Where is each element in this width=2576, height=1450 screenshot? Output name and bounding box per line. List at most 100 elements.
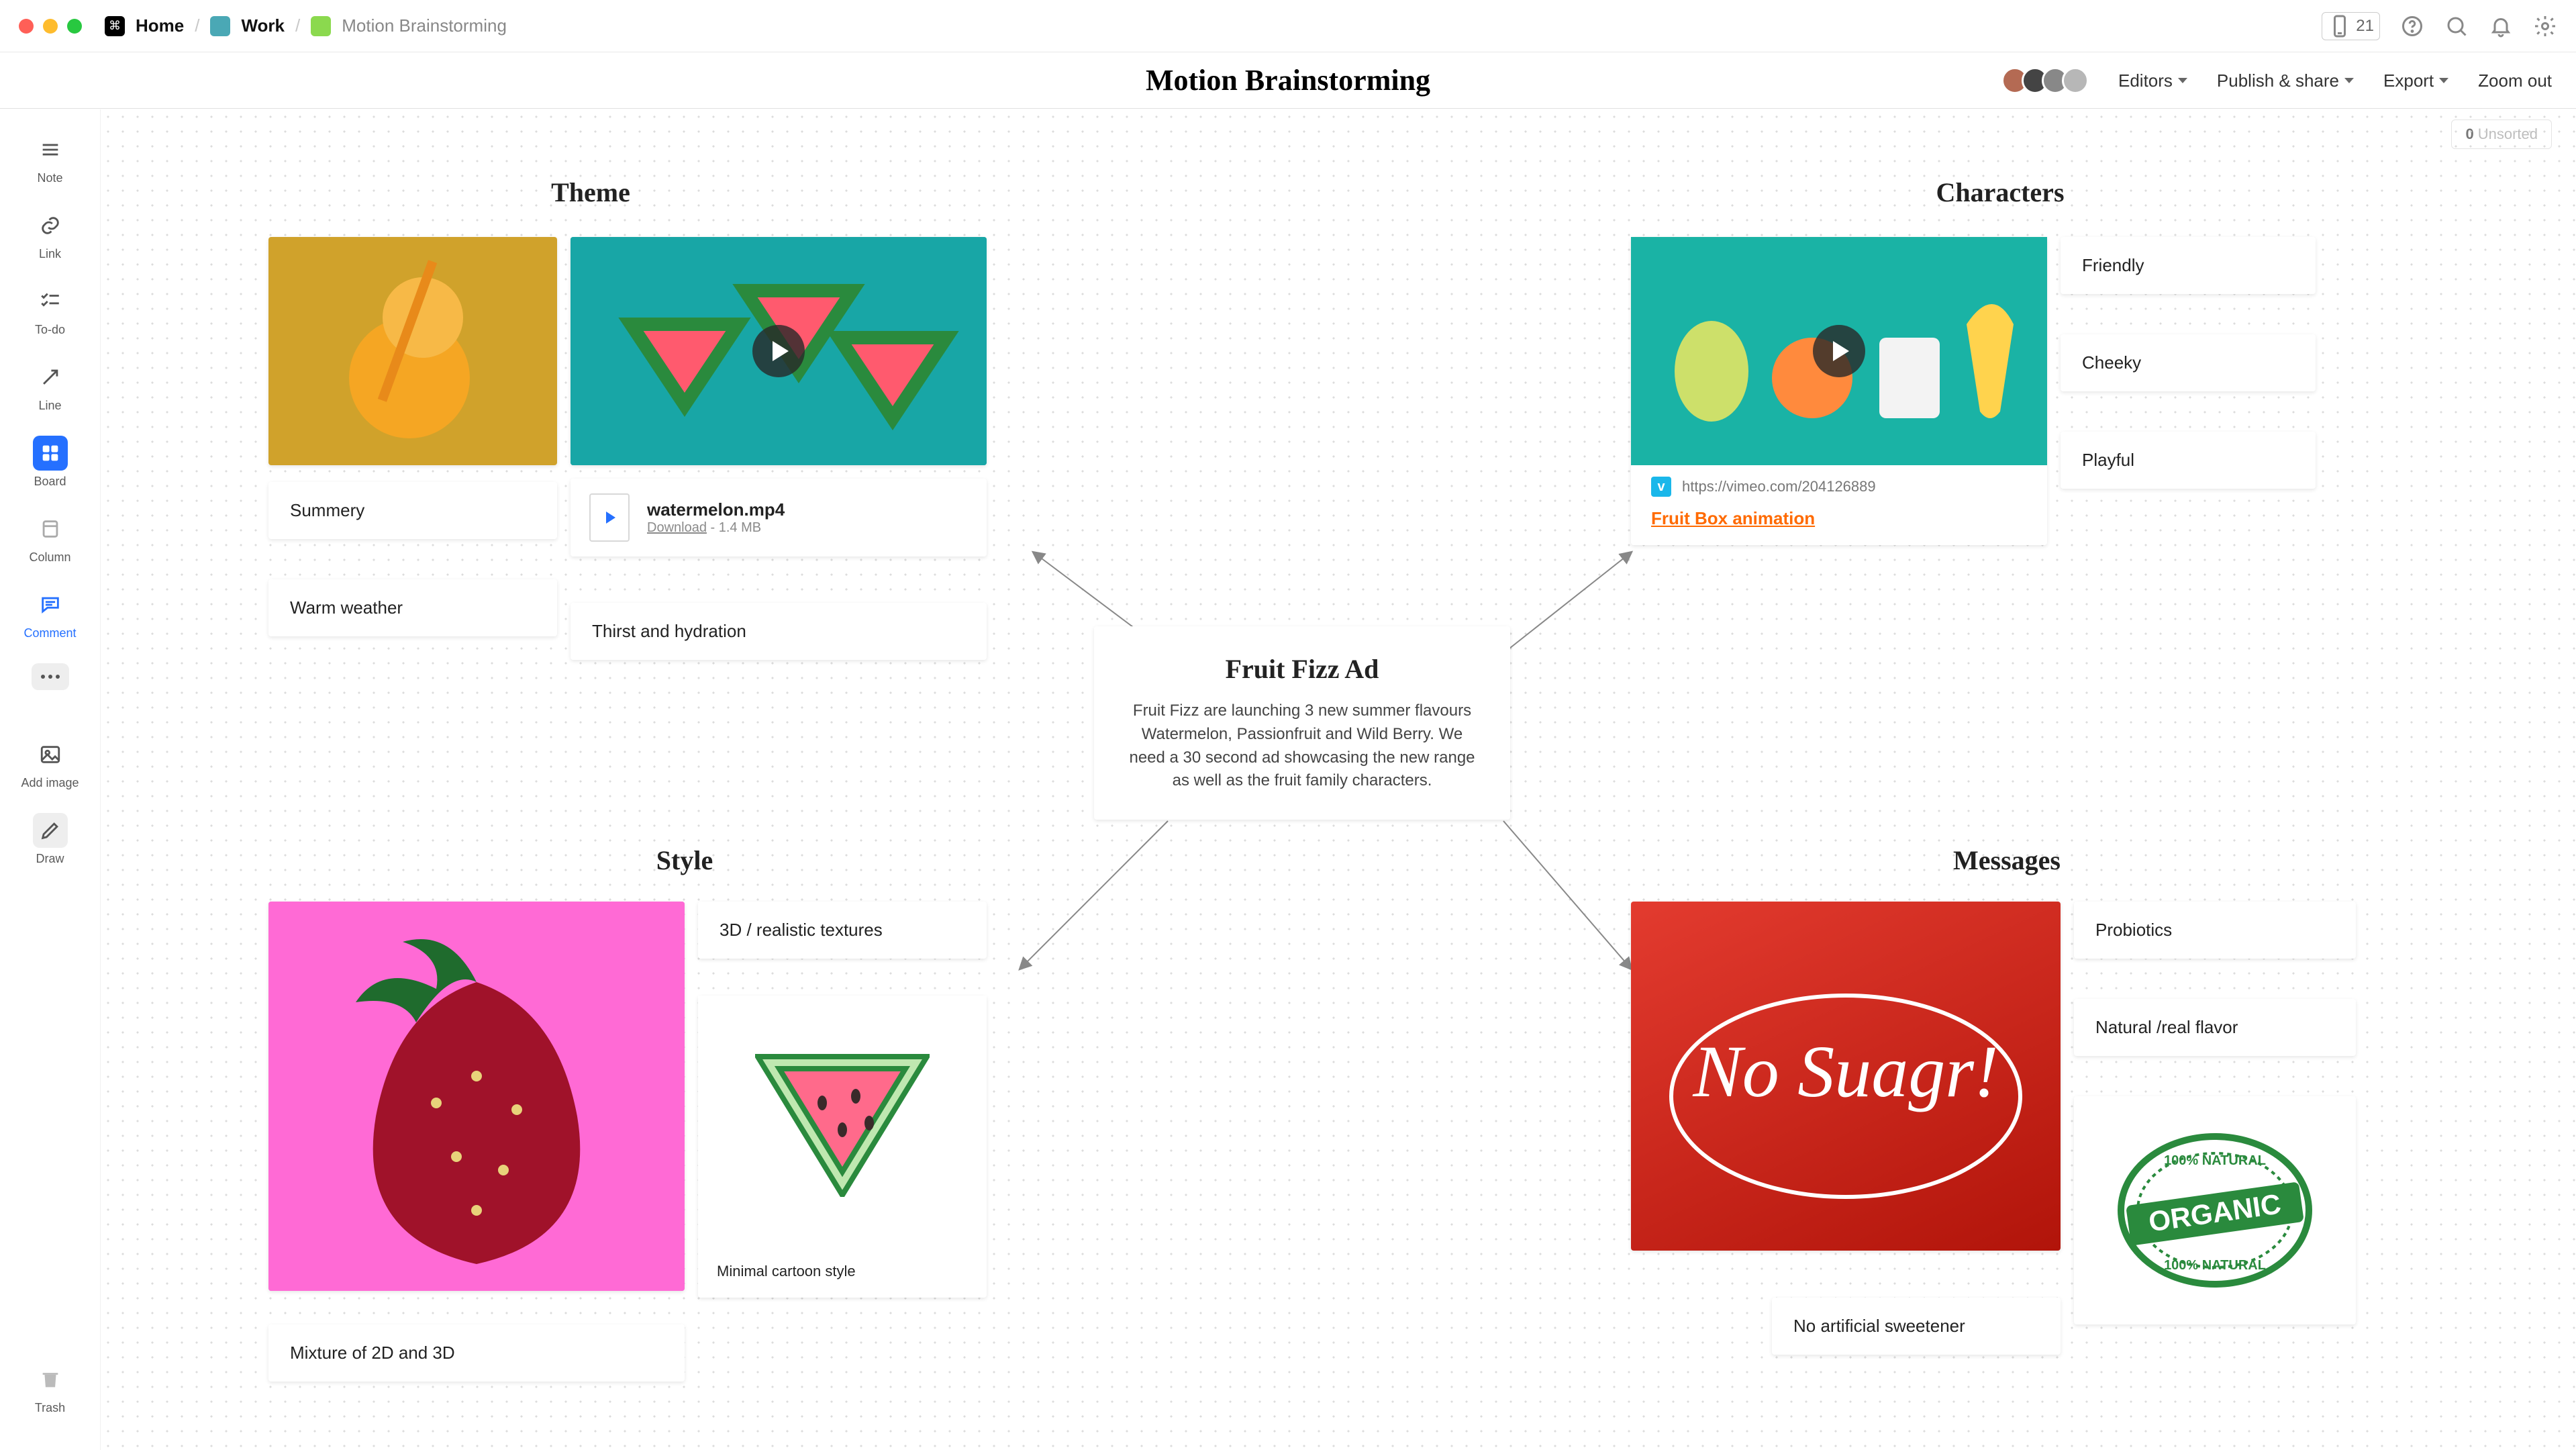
file-download-link[interactable]: Download <box>647 520 707 535</box>
theme-card-warm[interactable]: Warm weather <box>268 579 557 636</box>
breadcrumb-current[interactable]: Motion Brainstorming <box>342 15 507 36</box>
window-titlebar: ⌘ Home / Work / Motion Brainstorming 21 <box>0 0 2576 52</box>
characters-card-cheeky[interactable]: Cheeky <box>2061 334 2316 391</box>
search-icon <box>2444 14 2469 38</box>
style-card-cartoon-label: Minimal cartoon style <box>698 1251 987 1298</box>
tool-addimage-label: Add image <box>21 776 79 790</box>
theme-image-orange[interactable] <box>268 237 557 465</box>
tool-comment-label: Comment <box>23 626 76 640</box>
tool-note[interactable]: Note <box>13 126 87 196</box>
page-title[interactable]: Motion Brainstorming <box>1146 63 1430 97</box>
mobile-preview-button[interactable]: 21 <box>2322 12 2380 40</box>
breadcrumb: ⌘ Home / Work / Motion Brainstorming <box>105 15 507 36</box>
messages-card-probiotics[interactable]: Probiotics <box>2074 902 2356 959</box>
theme-card-thirst[interactable]: Thirst and hydration <box>571 603 987 660</box>
tool-comment[interactable]: Comment <box>13 581 87 651</box>
bell-icon <box>2489 14 2513 38</box>
strawberry-illustration <box>268 902 685 1291</box>
tool-column[interactable]: Column <box>13 505 87 575</box>
editors-label: Editors <box>2118 70 2173 91</box>
style-image-strawberry[interactable] <box>268 902 685 1291</box>
link-icon <box>39 214 62 237</box>
help-button[interactable] <box>2400 14 2424 38</box>
tool-sidebar: Note Link To-do Line Board Column Commen… <box>0 109 101 1450</box>
tool-trash-label: Trash <box>35 1401 65 1415</box>
column-icon <box>39 518 62 540</box>
editors-dropdown[interactable]: Editors <box>2118 70 2187 91</box>
phone-icon <box>2328 14 2352 38</box>
theme-video-watermelon[interactable] <box>571 237 987 465</box>
chevron-down-icon <box>2344 78 2354 83</box>
publish-dropdown[interactable]: Publish & share <box>2217 70 2354 91</box>
tool-trash[interactable]: Trash <box>13 1355 87 1426</box>
home-icon: ⌘ <box>105 16 125 36</box>
settings-button[interactable] <box>2533 14 2557 38</box>
gear-icon <box>2533 14 2557 38</box>
characters-link-card[interactable]: v https://vimeo.com/204126889 Fruit Box a… <box>1631 237 2047 545</box>
board-grid-icon <box>39 442 62 465</box>
image-icon <box>39 743 62 766</box>
characters-link-title[interactable]: Fruit Box animation <box>1631 508 2047 545</box>
video-file-icon <box>589 493 630 542</box>
breadcrumb-work[interactable]: Work <box>241 15 285 36</box>
comment-icon <box>39 593 62 616</box>
characters-link-url: https://vimeo.com/204126889 <box>1682 478 1876 495</box>
style-card-mix[interactable]: Mixture of 2D and 3D <box>268 1324 685 1382</box>
messages-image-nosugar[interactable]: No Suagr! <box>1631 902 2061 1251</box>
export-dropdown[interactable]: Export <box>2383 70 2448 91</box>
notifications-button[interactable] <box>2489 14 2513 38</box>
style-card-cartoon[interactable]: Minimal cartoon style <box>698 996 987 1298</box>
vimeo-icon: v <box>1651 477 1671 497</box>
characters-card-friendly[interactable]: Friendly <box>2061 237 2316 294</box>
board-canvas[interactable]: Fruit Fizz Ad Fruit Fizz are launching 3… <box>101 109 2576 1450</box>
search-button[interactable] <box>2444 14 2469 38</box>
tool-board[interactable]: Board <box>13 429 87 499</box>
group-theme-title[interactable]: Theme <box>503 177 678 208</box>
style-card-textures[interactable]: 3D / realistic textures <box>698 902 987 959</box>
collaborator-avatars[interactable] <box>2008 67 2089 94</box>
work-icon <box>210 16 230 36</box>
tool-link[interactable]: Link <box>13 201 87 272</box>
titlebar-actions: 21 <box>2322 0 2557 52</box>
tool-todo-label: To-do <box>35 323 65 337</box>
tool-board-label: Board <box>34 475 66 489</box>
tool-column-label: Column <box>29 550 70 565</box>
tool-draw[interactable]: Draw <box>13 806 87 877</box>
minimize-window-button[interactable] <box>43 19 58 34</box>
messages-image-organic[interactable]: ORGANIC 100% NATURAL 100% NATURAL <box>2074 1096 2356 1324</box>
svg-text:100% NATURAL: 100% NATURAL <box>2164 1258 2266 1273</box>
tool-line[interactable]: Line <box>13 353 87 424</box>
close-window-button[interactable] <box>19 19 34 34</box>
center-brief-card[interactable]: Fruit Fizz Ad Fruit Fizz are launching 3… <box>1094 626 1510 820</box>
export-label: Export <box>2383 70 2434 91</box>
tool-add-image[interactable]: Add image <box>13 730 87 801</box>
messages-nosugar-text: No Suagr! <box>1631 1029 2061 1114</box>
group-messages-title[interactable]: Messages <box>1913 844 2101 876</box>
pencil-icon <box>39 819 62 842</box>
tool-line-label: Line <box>38 399 61 413</box>
window-controls[interactable] <box>19 19 82 34</box>
app-header-actions: Editors Publish & share Export Zoom out <box>2008 52 2552 109</box>
breadcrumb-home[interactable]: Home <box>136 15 184 36</box>
file-size: - 1.4 MB <box>711 520 762 535</box>
play-icon[interactable] <box>752 325 805 377</box>
chevron-down-icon <box>2178 78 2187 83</box>
theme-card-summery[interactable]: Summery <box>268 482 557 539</box>
characters-card-playful[interactable]: Playful <box>2061 432 2316 489</box>
maximize-window-button[interactable] <box>67 19 82 34</box>
mobile-preview-count: 21 <box>2356 17 2374 36</box>
theme-file-watermelon[interactable]: watermelon.mp4 Download - 1.4 MB <box>571 479 987 557</box>
more-dots-icon <box>41 675 60 679</box>
tool-draw-label: Draw <box>36 852 64 866</box>
tool-todo[interactable]: To-do <box>13 277 87 348</box>
tool-more[interactable] <box>13 657 87 701</box>
center-brief-title: Fruit Fizz Ad <box>1124 653 1481 685</box>
messages-card-natural[interactable]: Natural /real flavor <box>2074 999 2356 1056</box>
chevron-down-icon <box>2439 78 2448 83</box>
play-icon[interactable] <box>1813 325 1865 377</box>
zoom-out-button[interactable]: Zoom out <box>2478 70 2552 91</box>
svg-text:100% NATURAL: 100% NATURAL <box>2164 1153 2266 1168</box>
messages-card-noart[interactable]: No artificial sweetener <box>1772 1298 2061 1355</box>
group-characters-title[interactable]: Characters <box>1893 177 2108 208</box>
group-style-title[interactable]: Style <box>617 844 752 876</box>
